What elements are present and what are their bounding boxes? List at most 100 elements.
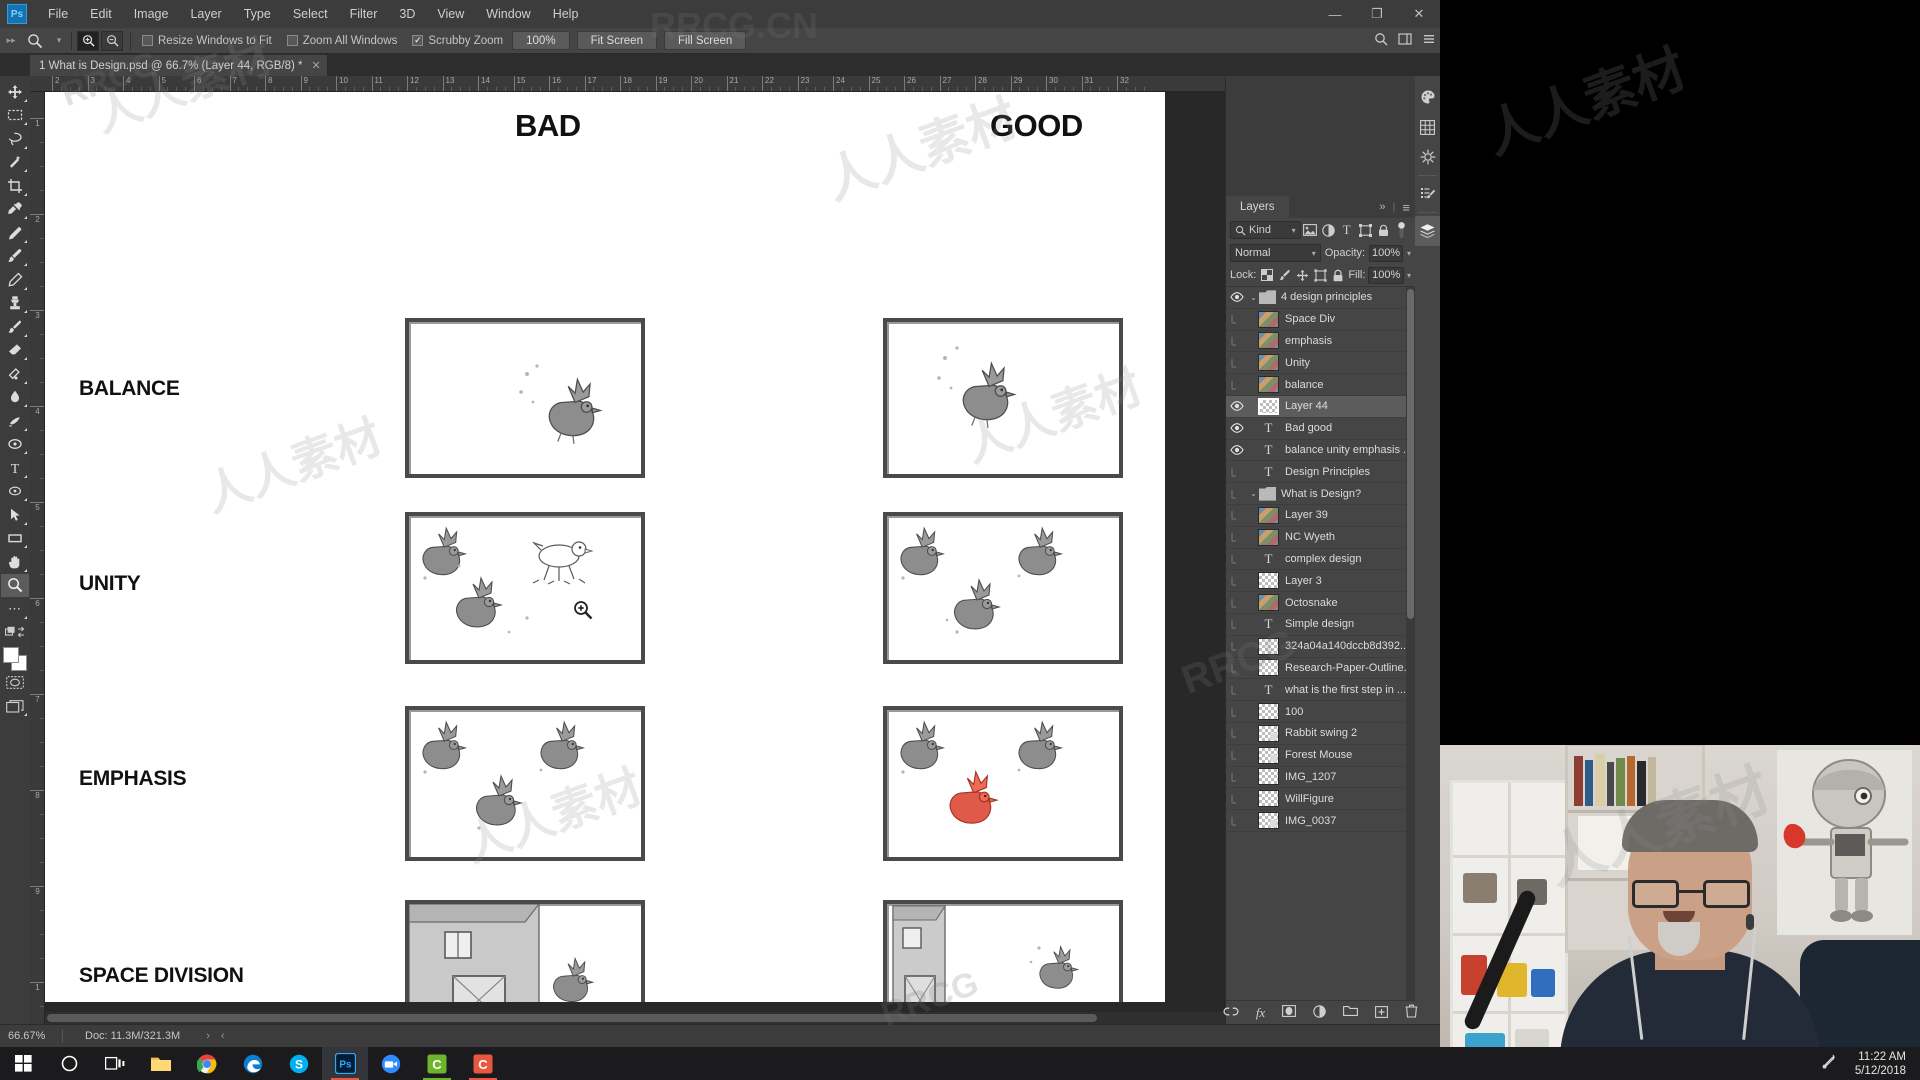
- lock-position-icon[interactable]: [1295, 267, 1310, 283]
- spot-healing-brush-tool[interactable]: [1, 221, 29, 245]
- type-tool[interactable]: T: [1, 456, 29, 480]
- lock-image-pixels-icon[interactable]: [1277, 267, 1292, 283]
- tool-preset-caret-icon[interactable]: ▾: [52, 35, 66, 46]
- layer-row[interactable]: T Bad good: [1226, 418, 1415, 440]
- layer-row[interactable]: Octosnake: [1226, 592, 1415, 614]
- eye-hidden-icon[interactable]: [1226, 554, 1248, 564]
- gradient-tool[interactable]: [1, 362, 29, 386]
- menu-edit[interactable]: Edit: [79, 0, 123, 28]
- resize-windows-to-fit-checkbox[interactable]: Resize Windows to Fit: [142, 35, 272, 47]
- eye-hidden-icon[interactable]: [1226, 467, 1248, 477]
- history-brush-tool[interactable]: [1, 315, 29, 339]
- pencil-tool[interactable]: [1, 268, 29, 292]
- swatches-panel-icon[interactable]: [1415, 112, 1440, 142]
- rectangle-tool[interactable]: [1, 527, 29, 551]
- cortana-search-icon[interactable]: [46, 1047, 92, 1080]
- file-explorer-icon[interactable]: [138, 1047, 184, 1080]
- lock-artboard-nesting-icon[interactable]: [1313, 267, 1328, 283]
- chevron-down-icon[interactable]: ⌄: [1248, 489, 1259, 498]
- edit-toolbar-button[interactable]: [1, 621, 29, 645]
- layer-row[interactable]: ⌄ What is Design?: [1226, 483, 1415, 505]
- quick-mask-button[interactable]: [1, 671, 29, 695]
- adjustments-panel-icon[interactable]: [1415, 142, 1440, 172]
- brush-tool[interactable]: [1, 245, 29, 269]
- fill-caret-icon[interactable]: ▾: [1407, 271, 1411, 280]
- layer-row[interactable]: WillFigure: [1226, 788, 1415, 811]
- layer-row[interactable]: Tbalance unity emphasis ...: [1226, 440, 1415, 462]
- eye-hidden-icon[interactable]: [1226, 685, 1248, 695]
- smart-object-filter-icon[interactable]: [1374, 220, 1392, 240]
- eye-hidden-icon[interactable]: [1226, 510, 1248, 520]
- scrubby-zoom-checkbox[interactable]: ✓ Scrubby Zoom: [412, 35, 503, 47]
- menu-select[interactable]: Select: [282, 0, 339, 28]
- dodge-tool[interactable]: [1, 409, 29, 433]
- direct-selection-tool[interactable]: [1, 503, 29, 527]
- camtasia-studio-icon[interactable]: C: [460, 1047, 506, 1080]
- restore-button[interactable]: ❐: [1356, 0, 1398, 28]
- hand-tool[interactable]: [1, 550, 29, 574]
- chevron-down-icon[interactable]: ⌄: [1248, 293, 1259, 302]
- layer-row[interactable]: ⌄ 4 design principles: [1226, 287, 1415, 309]
- eye-hidden-icon[interactable]: [1226, 619, 1248, 629]
- marquee-tool[interactable]: [1, 104, 29, 128]
- menu-image[interactable]: Image: [123, 0, 180, 28]
- new-layer-icon[interactable]: [1375, 1005, 1389, 1021]
- skype-icon[interactable]: S: [276, 1047, 322, 1080]
- pen-tool[interactable]: [1, 433, 29, 457]
- panel-menu-icon[interactable]: ≡: [1402, 200, 1410, 215]
- eye-icon[interactable]: [1226, 445, 1248, 455]
- opacity-input[interactable]: 100%: [1369, 244, 1403, 262]
- close-icon[interactable]: ✕: [312, 59, 321, 72]
- layer-row[interactable]: Forest Mouse: [1226, 745, 1415, 767]
- layer-row[interactable]: Layer 39: [1226, 505, 1415, 527]
- eye-icon[interactable]: [1226, 292, 1248, 303]
- eye-hidden-icon[interactable]: [1226, 794, 1248, 804]
- eye-hidden-icon[interactable]: [1226, 663, 1248, 673]
- options-bar-grip[interactable]: ▸▸: [4, 35, 18, 46]
- eye-hidden-icon[interactable]: [1226, 336, 1248, 346]
- zoom-level[interactable]: 66.67%: [0, 1030, 62, 1042]
- zoom-in-button[interactable]: [77, 30, 99, 51]
- tab-layers[interactable]: Layers: [1226, 196, 1289, 218]
- document-info[interactable]: Doc: 11.3M/321.3M: [63, 1030, 180, 1042]
- fit-screen-button[interactable]: Fit Screen: [576, 31, 657, 50]
- opacity-caret-icon[interactable]: ▾: [1407, 249, 1411, 258]
- layer-row[interactable]: Tcomplex design: [1226, 549, 1415, 571]
- layers-list[interactable]: ⌄ 4 design principles Space Div emphasis Uni…: [1226, 286, 1415, 1000]
- collapse-panel-icon[interactable]: »: [1379, 201, 1385, 213]
- eye-hidden-icon[interactable]: [1226, 358, 1248, 368]
- screen-mode-button[interactable]: [1, 695, 29, 719]
- vertical-ruler[interactable]: 1 2 3 4 5 6 7 8 9 1: [30, 92, 45, 1024]
- menu-filter[interactable]: Filter: [339, 0, 389, 28]
- lock-transparent-pixels-icon[interactable]: [1259, 267, 1274, 283]
- menu-window[interactable]: Window: [475, 0, 541, 28]
- taskbar-clock[interactable]: 11:22 AM 5/12/2018: [1847, 1050, 1920, 1078]
- close-button[interactable]: ✕: [1398, 0, 1440, 28]
- document-tab[interactable]: 1 What is Design.psd @ 66.7% (Layer 44, …: [30, 55, 328, 76]
- lock-all-icon[interactable]: [1330, 267, 1345, 283]
- eye-hidden-icon[interactable]: [1226, 707, 1248, 717]
- color-panel-icon[interactable]: [1415, 82, 1440, 112]
- search-icon[interactable]: [1374, 32, 1388, 49]
- quick-selection-tool[interactable]: [1, 151, 29, 175]
- menu-3d[interactable]: 3D: [388, 0, 426, 28]
- link-layers-icon[interactable]: [1223, 1006, 1239, 1020]
- blur-tool[interactable]: [1, 386, 29, 410]
- layer-row[interactable]: Unity: [1226, 352, 1415, 375]
- delete-layer-icon[interactable]: [1405, 1004, 1418, 1021]
- zoom-meeting-icon[interactable]: [368, 1047, 414, 1080]
- eraser-tool[interactable]: [1, 339, 29, 363]
- start-button[interactable]: [0, 1047, 46, 1080]
- crop-tool[interactable]: [1, 174, 29, 198]
- clone-stamp-tool[interactable]: [1, 292, 29, 316]
- menu-help[interactable]: Help: [542, 0, 590, 28]
- eye-hidden-icon[interactable]: [1226, 489, 1248, 499]
- layer-row[interactable]: balance: [1226, 374, 1415, 396]
- scrollbar-thumb[interactable]: [1407, 289, 1414, 619]
- add-layer-mask-icon[interactable]: [1282, 1005, 1297, 1020]
- camtasia-recorder-icon[interactable]: C: [414, 1047, 460, 1080]
- adjustment-filter-icon[interactable]: [1319, 220, 1337, 240]
- layer-row[interactable]: T Design Principles: [1226, 461, 1415, 484]
- foreground-color-swatch[interactable]: [3, 647, 19, 663]
- pixel-filter-icon[interactable]: [1301, 220, 1319, 240]
